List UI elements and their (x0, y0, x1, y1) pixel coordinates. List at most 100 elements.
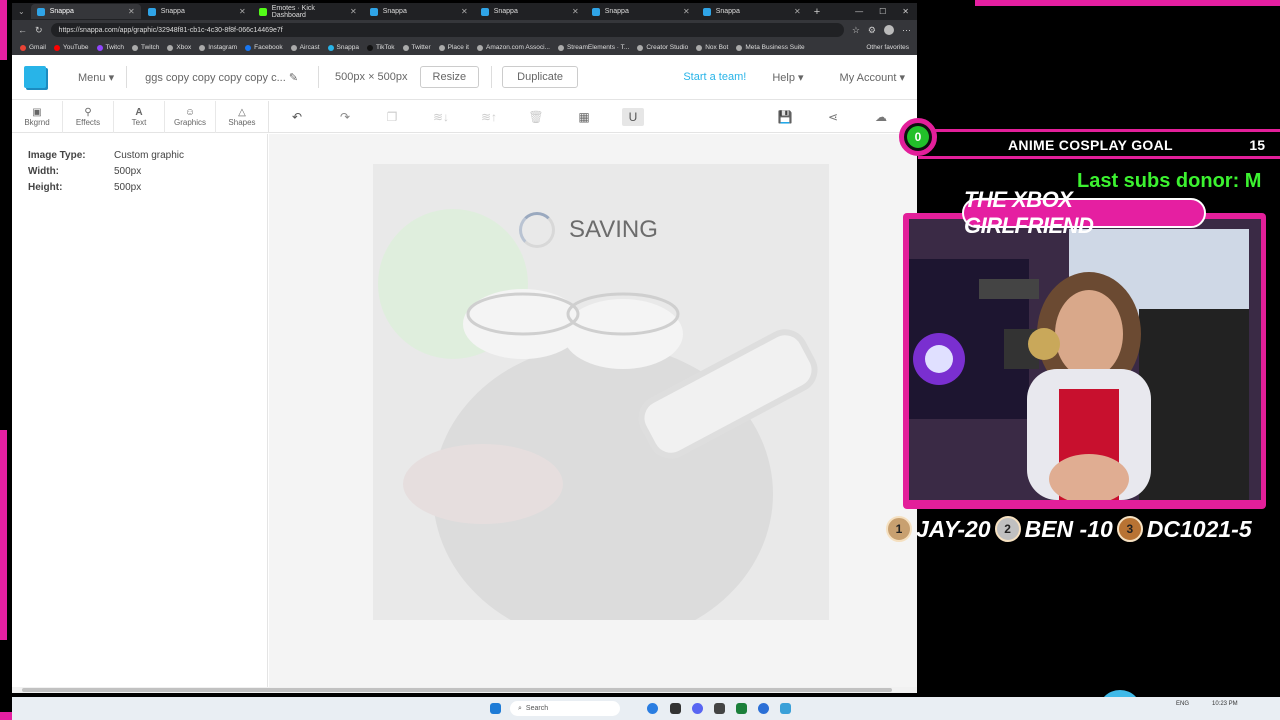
webcam-image (909, 219, 1261, 500)
bookmark-item[interactable]: Twitch (131, 44, 159, 51)
trash-icon[interactable]: 🗑 (527, 108, 545, 126)
app-icon[interactable] (714, 703, 725, 714)
url-field[interactable]: https://snappa.com/app/graphic/32948f81-… (50, 23, 844, 37)
close-window-icon[interactable]: ✕ (902, 7, 909, 16)
app-icon[interactable] (758, 703, 769, 714)
close-icon[interactable]: ✕ (128, 7, 135, 16)
saving-indicator: SAVING (519, 212, 658, 248)
layer-down-icon[interactable]: ≋↓ (430, 108, 452, 126)
magnet-icon[interactable]: U (622, 108, 644, 126)
more-icon[interactable]: ⋯ (902, 25, 911, 36)
language-indicator[interactable]: ENG (1176, 701, 1189, 708)
layer-up-icon[interactable]: ≋↑ (478, 108, 500, 126)
snappa-favicon-icon (480, 7, 489, 16)
bookmark-item[interactable]: Instagram (199, 44, 237, 51)
other-favorites[interactable]: Other favorites (866, 44, 909, 51)
pencil-icon[interactable]: ✎ (289, 72, 298, 84)
clock[interactable]: 10:23 PM (1212, 701, 1238, 708)
maximize-icon[interactable]: ☐ (879, 7, 886, 16)
profile-avatar[interactable] (884, 25, 894, 35)
bookmark-item[interactable]: Gmail (20, 44, 46, 51)
browser-tab[interactable]: Snappa ✕ (586, 4, 696, 19)
browser-tab[interactable]: Snappa ✕ (364, 4, 474, 19)
streamer-name-banner: THE XBOX GIRLFRIEND (962, 187, 1206, 238)
top-nav: Menu ▾ ggs copy copy copy copy c... ✎ 50… (12, 55, 917, 100)
browser-tab[interactable]: Snappa ✕ (30, 4, 141, 19)
bookmark-item[interactable]: Twitch (96, 44, 124, 51)
app-icon[interactable] (736, 703, 747, 714)
snappa-favicon-icon (591, 7, 600, 16)
medal-icon: 2 (994, 516, 1021, 542)
star-icon[interactable]: ☆ (852, 25, 860, 36)
horizontal-scrollbar[interactable] (12, 687, 917, 693)
smiley-icon: ☺ (184, 107, 196, 118)
browser-tab[interactable]: Snappa ✕ (697, 4, 807, 19)
snappa-app: Menu ▾ ggs copy copy copy copy c... ✎ 50… (12, 55, 1142, 720)
snappa-logo[interactable] (24, 66, 46, 88)
windows-taskbar: ⌕ Search ENG 10:23 PM (12, 697, 1280, 720)
close-icon[interactable]: ✕ (350, 7, 357, 16)
discord-icon[interactable] (692, 703, 703, 714)
goal-bar: 0 ANIME COSPLAY GOAL 15 (899, 118, 1280, 159)
tool-shapes[interactable]: △ Shapes (216, 101, 269, 133)
bookmark-item[interactable]: Nox Bot (696, 44, 728, 51)
scrollbar-thumb[interactable] (22, 688, 892, 692)
start-team-link[interactable]: Start a team! (683, 71, 760, 83)
share-icon[interactable]: ⋖ (824, 108, 842, 126)
document-title[interactable]: ggs copy copy copy copy c... ✎ (127, 71, 310, 84)
menu-button[interactable]: Menu ▾ (66, 71, 126, 84)
reload-icon[interactable]: ↻ (35, 25, 43, 36)
close-icon[interactable]: ✕ (461, 7, 468, 16)
bookmark-item[interactable]: Xbox (167, 44, 191, 51)
bookmark-item[interactable]: TikTok (366, 44, 395, 51)
save-icon[interactable]: 💾 (776, 108, 794, 126)
tool-graphics[interactable]: ☺ Graphics (165, 101, 216, 133)
app-icon[interactable] (780, 703, 791, 714)
bookmarks-bar: Gmail YouTube Twitch Twitch Xbox Instagr… (12, 40, 917, 55)
taskbar-search[interactable]: ⌕ Search (510, 701, 620, 716)
extensions-icon[interactable]: ⚙ (868, 25, 876, 36)
help-menu[interactable]: Help ▾ (760, 71, 815, 84)
bookmark-item[interactable]: Facebook (245, 44, 283, 51)
minimize-icon[interactable]: — (855, 7, 863, 16)
tool-background[interactable]: ▣ Bkgrnd (12, 101, 63, 133)
undo-icon[interactable]: ↶ (288, 108, 306, 126)
bookmark-item[interactable]: Place it (438, 44, 469, 51)
app-icon[interactable] (670, 703, 681, 714)
browser-tab[interactable]: Snappa ✕ (142, 4, 252, 19)
windows-start-icon[interactable] (490, 703, 501, 714)
download-cloud-icon[interactable]: ☁ (872, 108, 890, 126)
caret-down-icon: ▾ (108, 71, 115, 84)
address-bar: ← ↻ https://snappa.com/app/graphic/32948… (12, 20, 917, 40)
bookmark-item[interactable]: Meta Business Suite (736, 44, 805, 51)
caret-down-icon: ▾ (798, 71, 804, 84)
account-menu[interactable]: My Account ▾ (816, 71, 917, 84)
close-icon[interactable]: ✕ (239, 7, 246, 16)
redo-icon[interactable]: ↷ (336, 108, 354, 126)
tool-effects[interactable]: ⚲ Effects (63, 101, 114, 133)
bookmark-item[interactable]: Aircast (290, 44, 320, 51)
divider (491, 66, 493, 88)
grid-icon[interactable]: ▦ (575, 108, 593, 126)
close-icon[interactable]: ✕ (572, 7, 579, 16)
duplicate-button[interactable]: Duplicate (502, 66, 579, 88)
back-icon[interactable]: ← (18, 25, 27, 35)
bookmark-item[interactable]: Twitter (402, 44, 431, 51)
browser-tab[interactable]: Emotes · Kick Dashboard ✕ (253, 4, 363, 19)
tab-search-icon[interactable]: ⌄ (18, 7, 25, 16)
close-icon[interactable]: ✕ (794, 7, 801, 16)
goal-title: ANIME COSPLAY GOAL (1008, 137, 1173, 153)
resize-button[interactable]: Resize (419, 66, 480, 88)
bookmark-item[interactable]: StreamElements · T... (557, 44, 629, 51)
bookmark-item[interactable]: Amazon.com Associ... (476, 44, 550, 51)
close-icon[interactable]: ✕ (683, 7, 690, 16)
new-tab-icon[interactable]: + (814, 6, 820, 18)
bookmark-item[interactable]: Snappa (327, 44, 359, 51)
edge-icon[interactable] (647, 703, 658, 714)
tool-text[interactable]: A Text (114, 101, 165, 133)
bookmark-item[interactable]: YouTube (53, 44, 89, 51)
browser-tab[interactable]: Snappa ✕ (475, 4, 585, 19)
prop-image-type: Image Type: Custom graphic (28, 149, 185, 161)
copy-icon[interactable]: ❐ (383, 108, 401, 126)
bookmark-item[interactable]: Creator Studio (637, 44, 688, 51)
